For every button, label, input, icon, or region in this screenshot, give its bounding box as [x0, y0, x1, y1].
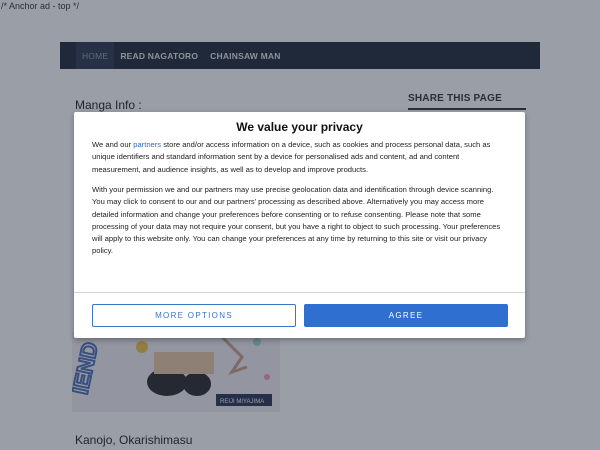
dialog-title: We value your privacy: [236, 120, 363, 134]
agree-button[interactable]: AGREE: [304, 304, 508, 327]
more-options-button[interactable]: MORE OPTIONS: [92, 304, 296, 327]
partners-link[interactable]: partners: [133, 140, 161, 149]
privacy-consent-dialog: We value your privacy We and our partner…: [74, 112, 525, 338]
page: /* Anchor ad - top */ HOME READ NAGATORO…: [0, 0, 600, 450]
consent-paragraph-2: With your permission we and our partners…: [92, 185, 501, 256]
consent-paragraph-1: We and our partners store and/or access …: [92, 140, 491, 174]
dialog-divider: [74, 292, 525, 293]
